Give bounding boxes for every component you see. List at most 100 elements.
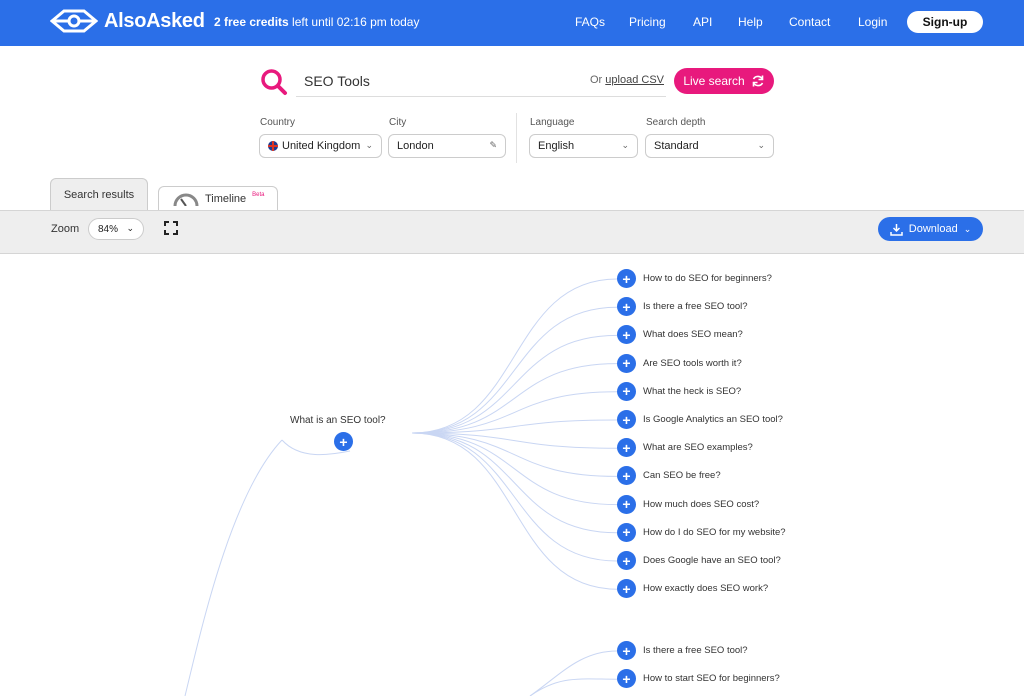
expand-button[interactable]: + [617,466,636,486]
download-icon [890,223,903,236]
search-icon [261,69,287,95]
tab-timeline-label: Timeline [205,193,247,205]
city-field[interactable]: London ✎ [388,134,506,158]
question-text: How much does SEO cost? [643,498,760,510]
expand-button[interactable]: + [617,579,636,599]
expand-button[interactable]: + [617,297,636,317]
chevron-down-icon: ⌄ [963,223,972,234]
upload-csv-link[interactable]: upload CSV [605,74,664,86]
language-label: Language [530,117,575,128]
expand-button[interactable]: + [617,269,636,288]
eye-logo-icon [50,9,98,33]
link-line [411,432,618,506]
question-node[interactable]: + How do I do SEO for my website? [617,522,786,542]
uk-flag-icon [268,141,278,151]
question-text: Is there a free SEO tool? [643,301,748,313]
search-depth-value: Standard [654,140,699,152]
country-value: United Kingdom [282,140,361,152]
link-line [411,432,618,477]
question-node[interactable]: + How exactly does SEO work? [617,579,769,599]
zoom-value: 84% [98,223,119,235]
question-node[interactable]: + Does Google have an SEO tool? [617,551,781,570]
question-node[interactable]: + What does SEO mean? [617,325,743,345]
expand-button[interactable]: + [617,494,636,514]
expand-button[interactable]: + [617,381,636,401]
logo-text: AlsoAsked [104,9,205,32]
gauge-icon [173,193,199,206]
question-text: Does Google have an SEO tool? [643,555,781,566]
link-line [411,363,618,434]
expand-button[interactable]: + [617,410,636,429]
nav-faqs[interactable]: FAQs [575,15,605,29]
tab-search-results[interactable]: Search results [50,178,148,211]
fullscreen-icon[interactable] [164,221,178,235]
root-expand-button[interactable]: + [334,432,353,451]
live-search-button[interactable]: Live search [674,68,774,94]
upload-prefix: Or [590,74,606,86]
chevron-down-icon: ⌄ [126,223,134,233]
question-node[interactable]: + How much does SEO cost? [617,494,760,514]
question-text: What are SEO examples? [643,442,753,454]
credits-notice: 2 free credits left until 02:16 pm today [214,15,419,29]
tab-search-results-label: Search results [63,189,135,201]
tab-timeline[interactable]: Timeline Beta [158,186,278,211]
question-node[interactable]: + Can SEO be free? [617,466,721,486]
question-node[interactable]: + Are SEO tools worth it? [617,353,742,373]
question-node[interactable]: + How to do SEO for beginners? [617,269,772,288]
mind-map: What is an SEO tool? + + How to do SEO fo… [0,255,1024,696]
refresh-icon [752,75,763,87]
question-node[interactable]: + How to start SEO for beginners? [617,669,780,689]
nav-contact[interactable]: Contact [789,15,830,29]
expand-button[interactable]: + [617,325,636,345]
expand-button[interactable]: + [617,522,636,542]
nav-pricing[interactable]: Pricing [629,15,666,29]
logo[interactable]: AlsoAsked [50,9,205,33]
question-text: How to start SEO for beginners? [643,673,780,685]
nav-help[interactable]: Help [738,15,763,29]
download-button[interactable]: Download ⌄ [878,217,983,241]
link-line [529,678,618,696]
results-toolbar: Zoom 84% ⌄ Download ⌄ [0,210,1024,254]
zoom-label: Zoom [51,223,80,235]
question-node[interactable]: + What are SEO examples? [617,438,753,458]
question-node[interactable]: + Is Google Analytics an SEO tool? [617,410,783,429]
zoom-select[interactable]: 84% ⌄ [88,218,144,240]
city-label: City [389,117,407,128]
question-text: What does SEO mean? [643,329,743,341]
question-text: Is there a free SEO tool? [643,645,748,656]
question-text: How exactly does SEO work? [643,583,769,595]
question-text: How to do SEO for beginners? [643,273,772,284]
link-line [411,278,618,434]
question-text: What the heck is SEO? [643,385,742,397]
expand-button[interactable]: + [617,669,636,689]
search-depth-select[interactable]: Standard ⌄ [645,134,774,158]
link-line [529,650,618,696]
chevron-down-icon: ⌄ [757,140,765,150]
city-value: London [397,140,434,152]
root-question: What is an SEO tool? [290,415,386,426]
download-label: Download [908,223,958,235]
question-node[interactable]: + What the heck is SEO? [617,381,742,401]
expand-button[interactable]: + [617,641,636,660]
live-search-label: Live search [683,74,745,88]
beta-badge: Beta [252,192,265,198]
pencil-icon: ✎ [489,140,497,150]
link-line [411,306,618,434]
language-select[interactable]: English ⌄ [529,134,638,158]
credits-count: 2 free credits [214,15,289,29]
expand-button[interactable]: + [617,438,636,458]
country-label: Country [260,117,296,128]
question-text: Is Google Analytics an SEO tool? [643,414,783,425]
link-line [411,432,618,562]
chevron-down-icon: ⌄ [621,140,629,150]
question-node[interactable]: + Is there a free SEO tool? [617,297,748,317]
nav-api[interactable]: API [693,15,712,29]
chevron-down-icon: ⌄ [365,140,373,150]
link-line [184,439,283,696]
expand-button[interactable]: + [617,551,636,570]
expand-button[interactable]: + [617,353,636,373]
country-select[interactable]: United Kingdom ⌄ [259,134,382,158]
question-node[interactable]: + Is there a free SEO tool? [617,641,748,660]
nav-login[interactable]: Login [858,15,887,29]
signup-button[interactable]: Sign-up [907,11,983,33]
